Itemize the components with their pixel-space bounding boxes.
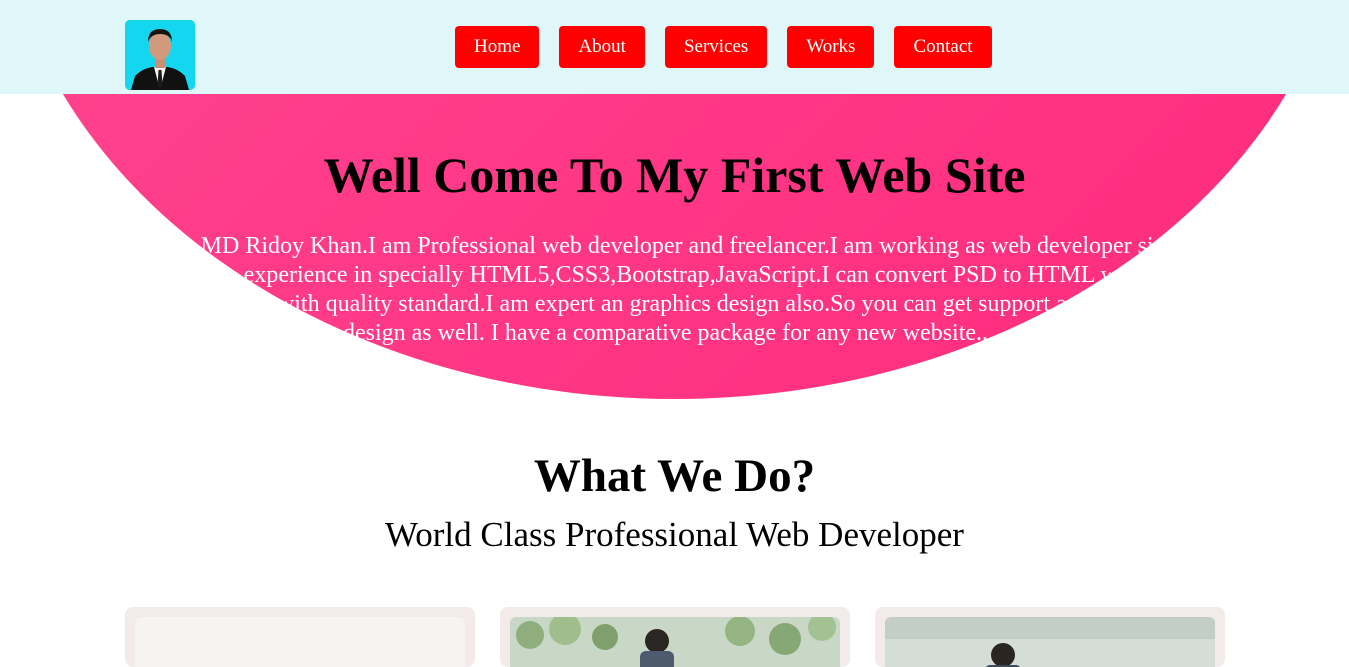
profile-logo[interactable] bbox=[125, 20, 195, 90]
profile-photo-icon bbox=[125, 20, 195, 90]
service-card[interactable] bbox=[875, 607, 1225, 667]
nav-works-button[interactable]: Works bbox=[787, 26, 875, 68]
service-card[interactable] bbox=[125, 607, 475, 667]
nav-about-button[interactable]: About bbox=[559, 26, 645, 68]
hero-section: Well Come To My First Web Site Hi,i am M… bbox=[0, 94, 1349, 399]
nav-contact-button[interactable]: Contact bbox=[894, 26, 992, 68]
portrait-photo-icon bbox=[885, 617, 1215, 667]
nav-home-button[interactable]: Home bbox=[455, 26, 540, 68]
portrait-photo-icon bbox=[510, 617, 840, 667]
services-subtitle: World Class Professional Web Developer bbox=[385, 515, 964, 554]
site-header: Home About Services Works Contact bbox=[0, 0, 1349, 94]
hero-title: Well Come To My First Web Site bbox=[323, 147, 1026, 203]
service-card[interactable] bbox=[500, 607, 850, 667]
service-card-image bbox=[510, 617, 840, 667]
nav-services-button[interactable]: Services bbox=[664, 26, 768, 68]
service-card-image bbox=[885, 617, 1215, 667]
services-title: What We Do? bbox=[533, 450, 816, 502]
hero-description: Hi,i am MD Ridoy Khan.I am Professional … bbox=[122, 233, 1227, 346]
main-nav: Home About Services Works Contact bbox=[455, 26, 992, 68]
service-card-image bbox=[135, 617, 465, 667]
